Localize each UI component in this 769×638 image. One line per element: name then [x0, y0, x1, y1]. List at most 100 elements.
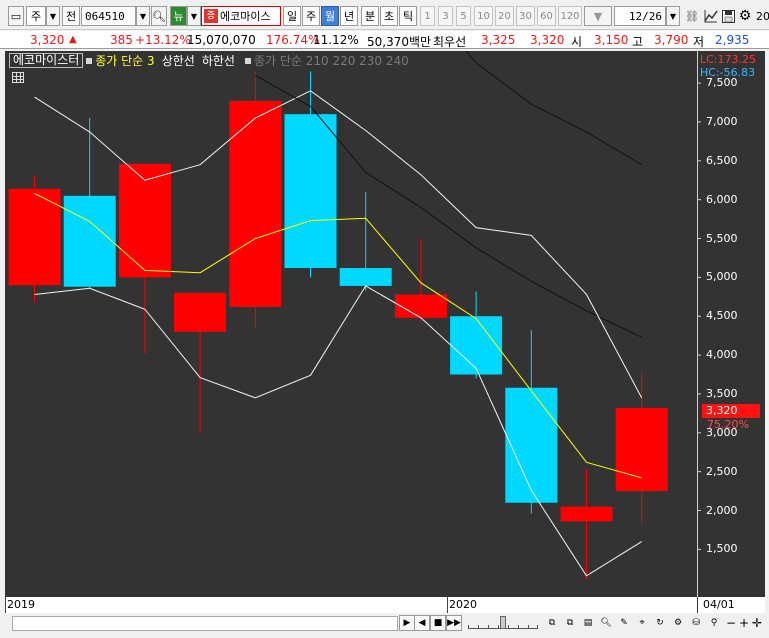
- turnover-ratio: 11.12%: [313, 33, 359, 47]
- num-button-30[interactable]: 30: [516, 6, 535, 26]
- zoom-out-icon[interactable]: −: [726, 616, 736, 630]
- extra-dropdown[interactable]: ▼: [584, 6, 612, 26]
- legend-square-icon: [244, 57, 251, 64]
- y-tick-label: 5,000: [706, 270, 738, 284]
- draw-tool-icon[interactable]: ✎: [616, 615, 632, 631]
- search-icon[interactable]: 🔍︎: [151, 6, 167, 26]
- fast-forward-icon[interactable]: ▶▶: [446, 615, 462, 631]
- quote-row: 3,320 ▲ 385 +13.12% 15,070,070 176.74% 1…: [0, 31, 769, 49]
- best-bid-price: 3,320: [530, 33, 565, 47]
- page-dropdown-icon[interactable]: ▼: [666, 6, 680, 26]
- legend-lower-band[interactable]: 하한선: [202, 52, 235, 69]
- period-minute-button[interactable]: 분: [361, 6, 379, 26]
- stock-code-input[interactable]: 064510: [81, 6, 136, 26]
- window-icon[interactable]: ▭: [8, 6, 24, 26]
- y-tick-label: 2,000: [706, 503, 738, 517]
- period-main-button[interactable]: 주: [26, 6, 46, 26]
- num-button-120[interactable]: 120: [558, 6, 582, 26]
- gear-icon[interactable]: ⚙: [737, 6, 753, 26]
- crosshair-icon[interactable]: ✛: [752, 616, 762, 630]
- news-button[interactable]: 뉴: [170, 6, 187, 26]
- horizontal-scrollbar[interactable]: [12, 616, 398, 631]
- candle-body: [450, 316, 503, 375]
- change-amount: 385: [110, 33, 133, 47]
- zoom-slider-knob[interactable]: [500, 616, 506, 629]
- legend-stock-name[interactable]: 에코마이스터: [9, 53, 84, 68]
- legend-long-ma[interactable]: 종가 단순 210 220 230 240: [254, 52, 409, 69]
- candle-body: [505, 387, 558, 503]
- period-day-button[interactable]: 일: [283, 6, 301, 26]
- candle-body: [560, 506, 613, 522]
- num-button-5[interactable]: 5: [456, 6, 471, 26]
- chart-draw-icon[interactable]: [703, 6, 719, 26]
- num-button-10[interactable]: 10: [474, 6, 493, 26]
- best-ask-label: 최우선: [433, 35, 467, 49]
- num-button-60[interactable]: 60: [537, 6, 556, 26]
- y-tick-label: 3,500: [706, 386, 738, 400]
- high-price: 3,790: [654, 33, 689, 47]
- bottom-bar: ▶ ◀ ■ ▶▶ ⧉ ⧉ ▤ 🔍︎ ✎ ⌖ ↻ ⚙ ⛁ ⚲ − + ✛: [0, 613, 769, 638]
- code-dropdown-icon[interactable]: ▼: [136, 6, 150, 26]
- candle-body: [229, 100, 282, 307]
- y-tick-label: 5,500: [706, 231, 738, 245]
- zoom-in-icon[interactable]: +: [739, 616, 749, 630]
- candle-body: [118, 163, 171, 278]
- legend-square-icon: [86, 57, 93, 64]
- volume-ratio: 176.74%: [266, 33, 320, 47]
- save-icon[interactable]: [720, 6, 736, 26]
- period-second-button[interactable]: 초: [380, 6, 398, 26]
- num-button-3[interactable]: 3: [438, 6, 453, 26]
- layout-icon[interactable]: ▤: [580, 615, 596, 631]
- period-month-button[interactable]: 월: [321, 6, 339, 26]
- change-percent: +13.12%: [135, 33, 191, 47]
- stock-name-field[interactable]: 증 에코마이스: [201, 6, 281, 26]
- refresh-icon[interactable]: ↻: [652, 615, 668, 631]
- y-tick-label: 2,500: [706, 464, 738, 478]
- x-label-2020: 2020: [449, 598, 477, 611]
- open-price: 3,150: [594, 33, 629, 47]
- scroll-right-icon[interactable]: ▶: [399, 615, 415, 631]
- lock-icon[interactable]: ⛁: [688, 615, 704, 631]
- candlestick-plot[interactable]: [5, 51, 765, 597]
- news-dropdown-icon[interactable]: ▼: [187, 6, 201, 26]
- stock-name: 에코마이스: [220, 10, 271, 23]
- lc-label: LC:173.25: [700, 53, 757, 66]
- y-tick-label: 7,000: [706, 114, 738, 128]
- period-week-button[interactable]: 주: [302, 6, 320, 26]
- x-tick: [5, 597, 6, 613]
- y-tick-label: 4,000: [706, 348, 738, 362]
- x-tick: [447, 597, 448, 613]
- stop-icon[interactable]: ■: [430, 615, 446, 631]
- y-tick-label: 4,500: [706, 309, 738, 323]
- period-tick-button[interactable]: 틱: [399, 6, 417, 26]
- price-chart[interactable]: 에코마이스터 종가 단순 3 상한선 하한선 종가 단순 210 220 230…: [5, 51, 765, 613]
- toolbar-edge-label: 20: [756, 9, 769, 23]
- cursor-icon[interactable]: ⌖: [634, 615, 650, 631]
- copy-icon[interactable]: ⧉: [544, 615, 560, 631]
- current-price-tag: 3,320: [702, 404, 760, 418]
- page-counter[interactable]: 12/26: [614, 6, 666, 26]
- window-icon-2[interactable]: ⧉: [562, 615, 578, 631]
- num-button-20[interactable]: 20: [495, 6, 514, 26]
- search-icon-2[interactable]: 🔍︎: [598, 615, 614, 631]
- current-price: 3,320: [30, 33, 65, 47]
- open-label: 시: [571, 35, 583, 49]
- grid-icon[interactable]: [12, 72, 24, 83]
- legend-ma[interactable]: 종가 단순 3: [95, 52, 154, 69]
- chart-tool-icon[interactable]: ⚲: [706, 615, 722, 631]
- num-button-1[interactable]: 1: [420, 6, 435, 26]
- x-axis[interactable]: 2019 2020: [5, 597, 697, 613]
- candle-body: [284, 114, 337, 269]
- settings-icon[interactable]: ⚙: [670, 615, 686, 631]
- legend-upper-band[interactable]: 상한선: [162, 52, 195, 69]
- link-icon[interactable]: ⛓: [682, 6, 702, 26]
- scroll-left-icon[interactable]: ◀: [414, 615, 430, 631]
- candle-body: [8, 188, 61, 286]
- chevron-down-icon[interactable]: ▼: [46, 6, 60, 26]
- y-tick-label: 6,500: [706, 153, 738, 167]
- period-year-button[interactable]: 년: [340, 6, 358, 26]
- chart-legend: 에코마이스터 종가 단순 3 상한선 하한선 종가 단순 210 220 230…: [9, 53, 409, 68]
- prev-button[interactable]: 전: [62, 6, 80, 26]
- market-badge: 증: [204, 9, 218, 23]
- candle-body: [174, 292, 227, 332]
